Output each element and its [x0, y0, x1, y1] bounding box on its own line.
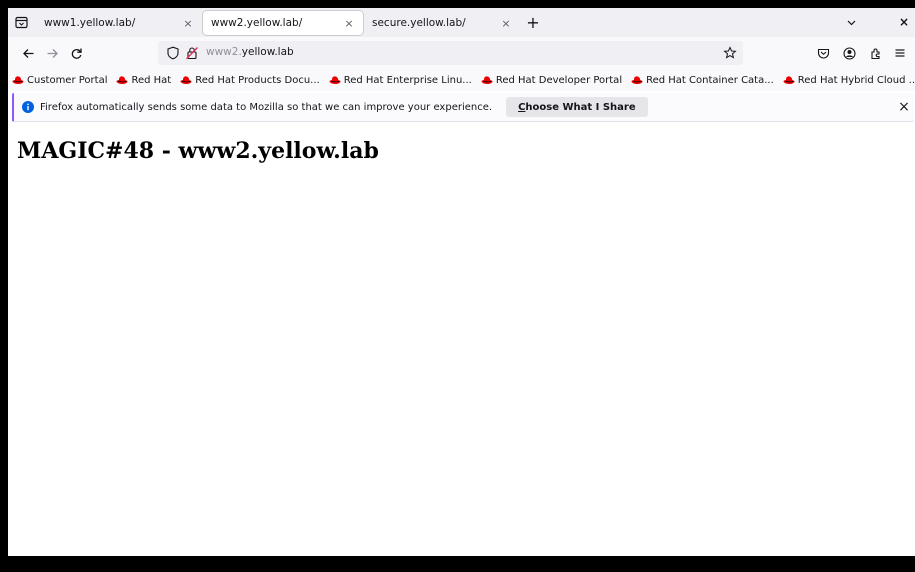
bookmark-label: Red Hat Products Docu...: [195, 74, 320, 86]
url-subdomain: www2.: [206, 46, 242, 58]
bookmark-customer-portal[interactable]: Customer Portal: [12, 75, 107, 86]
bookmark-red-hat-hybrid-cloud[interactable]: Red Hat Hybrid Cloud ...: [783, 75, 915, 86]
bookmark-label: Red Hat Container Cata...: [646, 74, 774, 86]
bookmark-label: Red Hat Hybrid Cloud ...: [797, 74, 915, 86]
app-menu-button[interactable]: [892, 45, 908, 61]
page-content: MAGIC#48 - www2.yellow.lab: [8, 124, 915, 556]
back-button[interactable]: [20, 45, 36, 61]
url-text[interactable]: www2.yellow.lab: [206, 46, 294, 58]
bookmark-red-hat-container-catalog[interactable]: Red Hat Container Cata...: [631, 75, 774, 86]
forward-button[interactable]: [44, 45, 60, 61]
url-bar[interactable]: www2.yellow.lab: [158, 41, 743, 65]
redhat-fedora-icon: [116, 76, 128, 84]
redhat-fedora-icon: [481, 76, 493, 84]
tracking-shield-icon[interactable]: [166, 46, 180, 60]
account-icon: [842, 46, 856, 60]
forward-arrow-icon: [47, 48, 58, 58]
extensions-button[interactable]: [867, 45, 883, 61]
redhat-fedora-icon: [631, 76, 643, 84]
pocket-button[interactable]: [815, 45, 831, 61]
bookmark-label: Red Hat Enterprise Linu...: [343, 74, 472, 86]
account-button[interactable]: [841, 45, 857, 61]
button-label: hoose What I Share: [525, 101, 636, 113]
tab-strip: www1.yellow.lab/ × www2.yellow.lab/ × se…: [8, 8, 915, 37]
bookmark-red-hat-developer-portal[interactable]: Red Hat Developer Portal: [481, 75, 622, 86]
insecure-lock-icon[interactable]: [185, 46, 199, 60]
tab-close-button[interactable]: ×: [182, 17, 194, 30]
close-window-button[interactable]: ×: [897, 14, 911, 30]
notification-message: Firefox automatically sends some data to…: [40, 101, 493, 113]
info-icon: [22, 101, 34, 113]
tab-list-button[interactable]: [13, 14, 29, 30]
button-mnemonic: C: [518, 101, 526, 113]
tab-close-button[interactable]: ×: [343, 17, 355, 30]
url-domain: yellow.lab: [241, 46, 294, 58]
tab-close-button[interactable]: ×: [500, 17, 512, 30]
redhat-fedora-icon: [180, 76, 192, 84]
bookmark-label: Red Hat Developer Portal: [495, 74, 623, 86]
redhat-fedora-icon: [783, 76, 795, 84]
chevron-down-icon: [847, 20, 855, 25]
menu-icon: [895, 49, 905, 57]
extensions-icon: [870, 48, 880, 59]
tab-www2[interactable]: www2.yellow.lab/ ×: [203, 11, 363, 35]
tab-title: www2.yellow.lab/: [211, 17, 303, 29]
pocket-icon: [817, 48, 829, 58]
redhat-fedora-icon: [329, 76, 341, 84]
tab-title: secure.yellow.lab/: [372, 17, 466, 29]
bookmark-label: Customer Portal: [27, 74, 108, 86]
browser-window: www1.yellow.lab/ × www2.yellow.lab/ × se…: [8, 8, 915, 556]
reload-button[interactable]: [68, 45, 84, 61]
list-all-tabs-button[interactable]: [844, 15, 858, 29]
choose-what-i-share-button[interactable]: Choose What I Share: [506, 97, 648, 117]
tab-title: www1.yellow.lab/: [44, 17, 136, 29]
tab-www1[interactable]: www1.yellow.lab/ ×: [36, 11, 202, 35]
bookmark-star-icon[interactable]: [723, 46, 737, 60]
bookmark-red-hat-products-docs[interactable]: Red Hat Products Docu...: [180, 74, 320, 86]
back-arrow-icon: [22, 48, 33, 58]
reload-icon: [71, 48, 82, 59]
tab-secure[interactable]: secure.yellow.lab/ ×: [364, 11, 520, 35]
redhat-fedora-icon: [12, 76, 24, 84]
navigation-toolbar: www2.yellow.lab: [8, 37, 915, 69]
tab-list-icon: [14, 16, 28, 28]
new-tab-button[interactable]: +: [525, 13, 541, 32]
close-notification-button[interactable]: ×: [897, 99, 911, 115]
bookmarks-toolbar: Customer Portal Red Hat Red Hat Products…: [8, 69, 915, 91]
data-reporting-notification: Firefox automatically sends some data to…: [12, 93, 914, 122]
bookmark-red-hat-enterprise-linux[interactable]: Red Hat Enterprise Linu...: [329, 75, 472, 86]
bookmark-red-hat[interactable]: Red Hat: [116, 75, 171, 86]
bookmark-label: Red Hat: [131, 74, 172, 86]
page-heading: MAGIC#48 - www2.yellow.lab: [17, 138, 379, 164]
